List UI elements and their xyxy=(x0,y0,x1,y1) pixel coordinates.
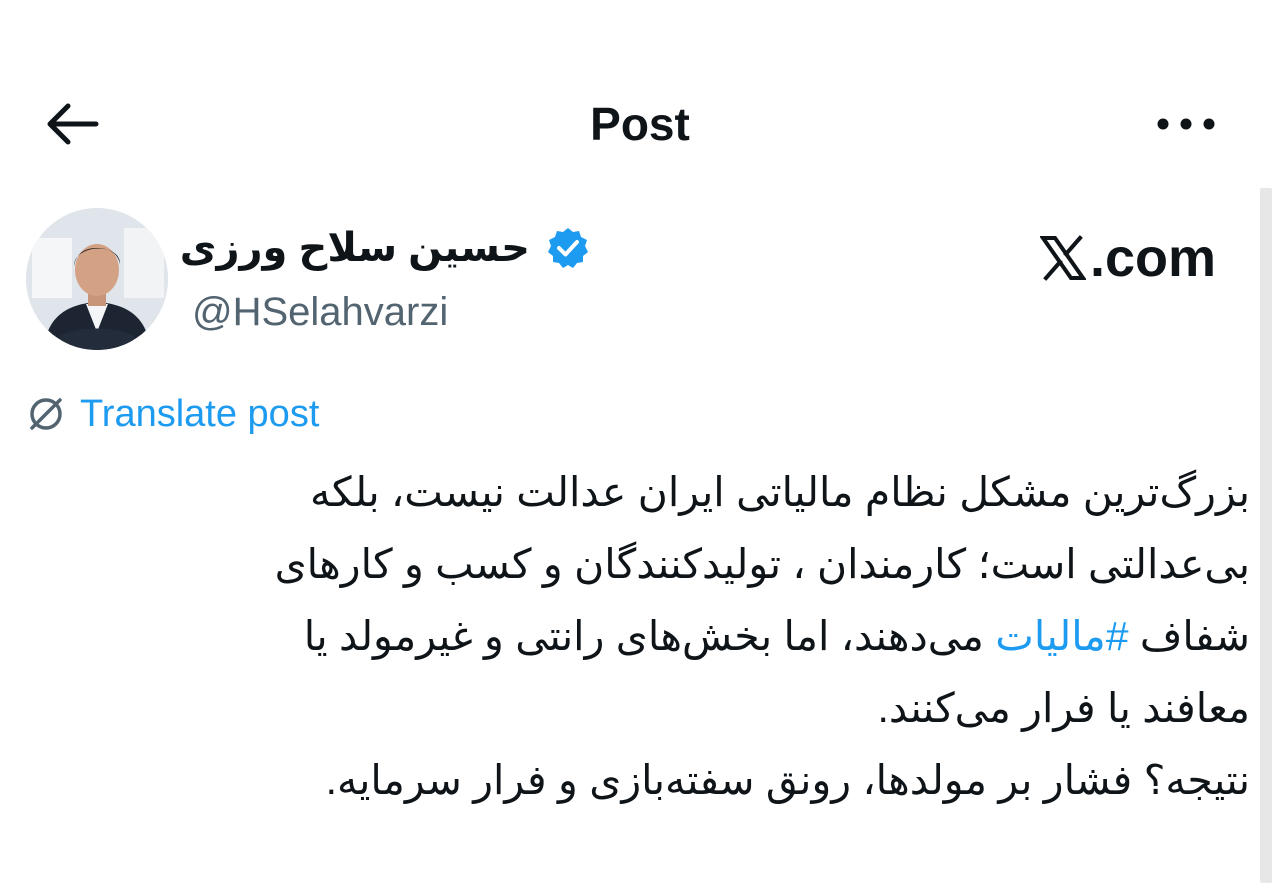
avatar[interactable] xyxy=(26,208,168,350)
page-title: Post xyxy=(590,98,690,150)
author-handle[interactable]: @HSelahvarzi xyxy=(192,286,448,338)
translate-post-button[interactable]: Translate post xyxy=(26,388,319,440)
verified-badge-icon xyxy=(546,226,590,270)
post-text-line: معافند یا فرار می‌کنند. xyxy=(877,685,1250,731)
hashtag-link[interactable]: #مالیات xyxy=(995,613,1128,659)
post-text-segment: شفاف xyxy=(1139,613,1250,659)
watermark: .com xyxy=(1040,226,1216,290)
translate-label: Translate post xyxy=(80,393,320,435)
author-display-name[interactable]: حسین سلاح ورزی xyxy=(180,220,530,276)
post-text-segment: می‌دهند، اما بخش‌های رانتی و غیرمولد یا xyxy=(303,613,984,659)
post-text: بزرگ‌ترین مشکل نظام مالیاتی ایران عدالت … xyxy=(60,456,1250,816)
scrollbar[interactable] xyxy=(1260,188,1272,883)
post-text-line: بزرگ‌ترین مشکل نظام مالیاتی ایران عدالت … xyxy=(310,469,1250,515)
more-horizontal-icon xyxy=(1157,118,1215,130)
more-options-button[interactable] xyxy=(1150,100,1222,148)
post-text-line: شفاف #مالیات می‌دهند، اما بخش‌های رانتی … xyxy=(60,600,1250,672)
translate-globe-icon xyxy=(30,398,62,430)
post-text-line: نتیجه؟ فشار بر مولدها، رونق سفته‌بازی و … xyxy=(325,757,1250,803)
x-logo-icon xyxy=(1040,235,1086,281)
post-text-line: بی‌عدالتی است؛ کارمندان ، تولیدکنندگان و… xyxy=(274,541,1250,587)
post-page: Post حسین سلاح ورزی @HSelahvarzi .com Tr… xyxy=(0,0,1280,883)
watermark-domain: .com xyxy=(1090,228,1217,288)
